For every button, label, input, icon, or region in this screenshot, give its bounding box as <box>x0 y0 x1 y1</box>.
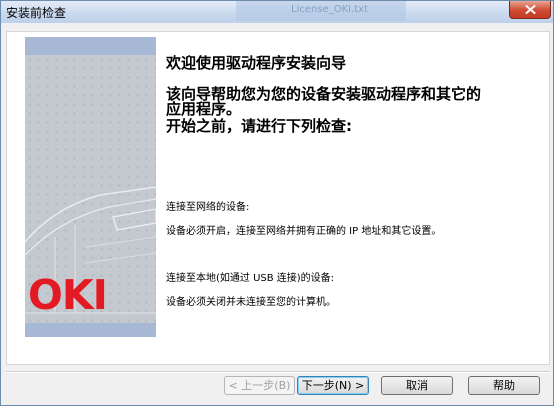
help-button[interactable]: 帮助 <box>468 376 540 395</box>
close-icon <box>525 5 536 14</box>
network-device-description: 设备必须开启，连接至网络并拥有正确的 IP 地址和其它设置。 <box>166 226 442 237</box>
title-bar[interactable]: 安装前检查 License_OKI.txt <box>1 1 553 23</box>
background-window-title: License_OKI.txt <box>291 4 369 15</box>
installer-window: 安装前检查 License_OKI.txt OKI 欢迎使用驱动程序安装向导 该… <box>0 0 554 406</box>
network-device-title: 连接至网络的设备: <box>166 202 250 213</box>
intro-text-line2: 应用程序。 <box>166 100 242 118</box>
wizard-panel: OKI 欢迎使用驱动程序安装向导 该向导帮助您为您的设备安装驱动程序和其它的 应… <box>1 23 553 405</box>
local-device-description: 设备必须关闭并未连接至您的计算机。 <box>166 297 336 308</box>
intro-text-line3: 开始之前，请进行下列检查: <box>166 117 352 135</box>
close-button[interactable] <box>509 1 551 19</box>
back-button[interactable]: < 上一步(B) <box>224 376 295 395</box>
side-banner: OKI <box>25 37 156 337</box>
oki-logo: OKI <box>28 271 108 319</box>
wizard-heading: 欢迎使用驱动程序安装向导 <box>166 54 347 72</box>
window-title: 安装前检查 <box>6 6 67 20</box>
next-button[interactable]: 下一步(N) > <box>297 376 369 395</box>
cancel-button[interactable]: 取消 <box>381 376 453 395</box>
button-separator <box>6 371 550 373</box>
local-device-title: 连接至本地(如通过 USB 连接)的设备: <box>166 273 335 284</box>
